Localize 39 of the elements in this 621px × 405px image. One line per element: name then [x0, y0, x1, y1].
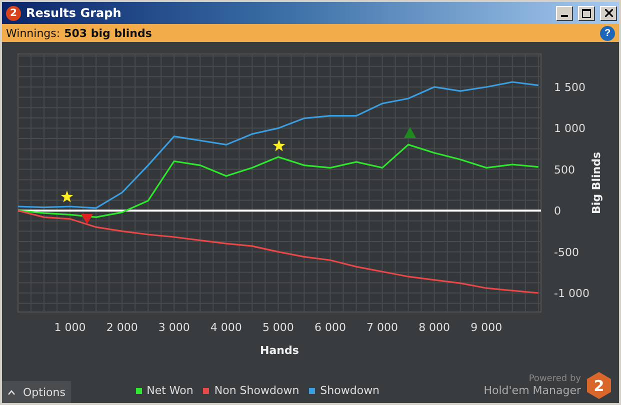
y-tick-label: 1 000 — [554, 122, 586, 136]
x-tick-label: 1 000 — [54, 321, 86, 334]
x-tick-label: 9 000 — [470, 321, 502, 334]
maximize-button[interactable] — [578, 6, 595, 20]
legend-label: Non Showdown — [214, 384, 300, 397]
app-logo: 2 — [6, 6, 21, 20]
star-icon — [272, 140, 286, 152]
window-title: Results Graph — [26, 6, 122, 20]
y-tick-label: 1 500 — [554, 80, 586, 94]
x-tick-label: 3 000 — [158, 321, 190, 334]
help-button[interactable]: ? — [600, 26, 615, 40]
close-button[interactable] — [600, 6, 617, 20]
y-tick-label: 0 — [554, 204, 561, 218]
winnings-value: 503 big blinds — [64, 26, 153, 40]
powered-by-text: Powered by — [528, 374, 581, 384]
minimize-button[interactable] — [556, 6, 573, 20]
x-tick-label: 8 000 — [418, 321, 450, 334]
x-tick-label: 2 000 — [106, 321, 138, 334]
winnings-label: Winnings: — [6, 26, 60, 40]
x-tick-label: 7 000 — [366, 321, 398, 334]
maximize-icon — [582, 8, 591, 18]
triangle-down-icon — [81, 214, 93, 224]
triangle-up-icon — [404, 127, 416, 138]
chevron-up-icon — [8, 390, 15, 394]
x-tick-label: 5 000 — [262, 321, 294, 334]
x-tick-label: 6 000 — [314, 321, 346, 334]
y-tick-label: 500 — [554, 163, 575, 176]
legend-label: Showdown — [320, 384, 380, 397]
y-tick-label: -1 000 — [554, 287, 590, 300]
close-icon — [604, 9, 612, 17]
options-button[interactable]: Options — [2, 381, 72, 403]
x-axis-title: Hands — [260, 344, 299, 357]
product-name: Hold'em Manager — [484, 384, 581, 397]
y-tick-label: -500 — [554, 246, 579, 259]
legend-label: Net Won — [146, 384, 194, 397]
x-tick-label: 4 000 — [210, 321, 242, 334]
logo-icon: 2 — [587, 372, 611, 399]
y-axis-title: Big Blinds — [590, 152, 603, 214]
star-icon — [60, 190, 74, 202]
